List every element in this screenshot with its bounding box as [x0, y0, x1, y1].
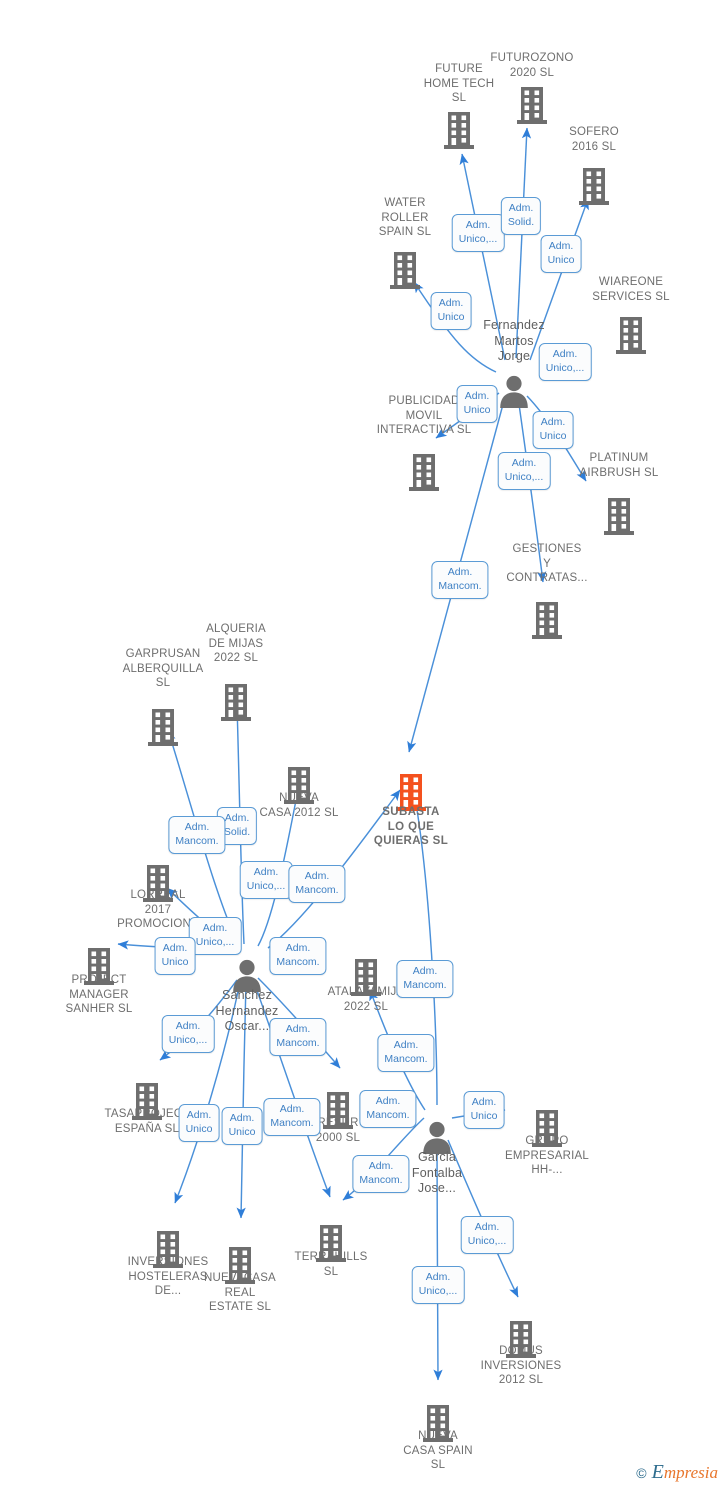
company-label-subasta_lo_que: SUBASTA LO QUE QUIERAS SL: [373, 806, 449, 847]
building-icon: [107, 707, 219, 747]
label-wrap-project_manager: PROJECT MANAGER SANHER SL: [43, 971, 155, 1017]
relation-label-c22[interactable]: Adm. Unico: [221, 1107, 263, 1145]
relation-label-c12[interactable]: Adm. Unico,...: [239, 861, 293, 899]
relation-label-c13[interactable]: Adm. Mancom.: [288, 865, 346, 903]
relation-label-c17[interactable]: Adm. Mancom.: [396, 960, 454, 998]
building-icon: [349, 250, 461, 290]
label-wrap-subasta_lo_que: SUBASTA LO QUE QUIERAS SL: [355, 803, 467, 849]
relation-label-c8[interactable]: Adm. Unico,...: [497, 452, 551, 490]
relation-label-c25[interactable]: Adm. Unico: [463, 1091, 505, 1129]
building-icon: [476, 85, 588, 125]
relation-label-c24[interactable]: Adm. Mancom.: [359, 1090, 417, 1128]
relation-label-c1[interactable]: Adm. Unico,...: [451, 214, 505, 252]
copyright-icon: ©: [636, 1464, 647, 1481]
relation-label-c2[interactable]: Adm. Solid.: [500, 197, 542, 235]
relation-label-c5[interactable]: Adm. Unico,...: [538, 343, 592, 381]
label-wrap-water_roller_spain: WATER ROLLER SPAIN SL: [349, 194, 461, 240]
building-icon: [491, 600, 603, 640]
company-label-terrahills: TERRAHILLS SL: [294, 1251, 368, 1278]
empresia-watermark: © Empresia: [636, 1461, 718, 1484]
label-wrap-wiareone_services: WIAREONE SERVICES SL: [575, 273, 687, 304]
label-wrap-gestiones_contratas: GESTIONES Y CONTRATAS...: [491, 540, 603, 586]
building-icon: [538, 166, 650, 206]
label-wrap-grupo_empresarial: GRUPO EMPRESARIAL HH-...: [491, 1132, 603, 1178]
company-label-grupo_empresarial: GRUPO EMPRESARIAL HH-...: [504, 1135, 589, 1176]
label-wrap-platinum_airbrush: PLATINUM AIRBRUSH SL: [563, 449, 675, 480]
brand-name: Empresia: [651, 1461, 718, 1483]
label-wrap-sofero_2016: SOFERO 2016 SL: [538, 123, 650, 154]
relation-label-c14[interactable]: Adm. Unico,...: [188, 917, 242, 955]
building-icon: [563, 496, 675, 536]
relation-label-c28[interactable]: Adm. Unico,...: [411, 1266, 465, 1304]
relation-label-c16[interactable]: Adm. Mancom.: [269, 937, 327, 975]
company-label-nueva_casa_spain: NUEVA CASA SPAIN SL: [403, 1430, 473, 1471]
company-label-water_roller_spain: WATER ROLLER SPAIN SL: [378, 197, 432, 238]
building-icon: [575, 315, 687, 355]
relation-label-c18[interactable]: Adm. Unico,...: [161, 1015, 215, 1053]
relation-label-c19[interactable]: Adm. Mancom.: [269, 1018, 327, 1056]
company-label-project_manager: PROJECT MANAGER SANHER SL: [65, 974, 133, 1015]
company-label-futurozono_2020: FUTUROZONO 2020 SL: [490, 52, 574, 79]
company-label-garprusan: GARPRUSAN ALBERQUILLA SL: [122, 648, 204, 689]
company-label-sofero_2016: SOFERO 2016 SL: [569, 126, 619, 153]
relation-label-c4[interactable]: Adm. Unico: [430, 292, 472, 330]
company-label-gestiones_contratas: GESTIONES Y CONTRATAS...: [506, 543, 588, 584]
relation-label-c7[interactable]: Adm. Unico: [532, 411, 574, 449]
relation-label-c20[interactable]: Adm. Mancom.: [377, 1034, 435, 1072]
company-label-domus_inversiones: DOMUS INVERSIONES 2012 SL: [480, 1345, 562, 1386]
label-wrap-garprusan: GARPRUSAN ALBERQUILLA SL: [107, 645, 219, 691]
label-wrap-nueva_casa_spain: NUEVA CASA SPAIN SL: [382, 1427, 494, 1473]
relation-label-c11[interactable]: Adm. Mancom.: [168, 816, 226, 854]
building-icon: [368, 452, 480, 492]
company-label-wiareone_services: WIAREONE SERVICES SL: [592, 276, 670, 303]
relation-label-c26[interactable]: Adm. Mancom.: [352, 1155, 410, 1193]
company-label-nueva_casa_2012: NUEVA CASA 2012 SL: [259, 792, 339, 819]
relation-label-c15[interactable]: Adm. Unico: [154, 937, 196, 975]
relation-label-c9[interactable]: Adm. Mancom.: [431, 561, 489, 599]
relation-label-c21[interactable]: Adm. Unico: [178, 1104, 220, 1142]
label-wrap-domus_inversiones: DOMUS INVERSIONES 2012 SL: [465, 1342, 577, 1388]
relation-label-c6[interactable]: Adm. Unico: [456, 385, 498, 423]
label-wrap-futurozono_2020: FUTUROZONO 2020 SL: [476, 49, 588, 80]
relation-label-c23[interactable]: Adm. Mancom.: [263, 1098, 321, 1136]
relation-label-c27[interactable]: Adm. Unico,...: [460, 1216, 514, 1254]
company-label-platinum_airbrush: PLATINUM AIRBRUSH SL: [579, 452, 659, 479]
relationship-graph: FUTURE HOME TECH SL FUTUROZONO 2020 SL SOF…: [0, 0, 728, 1500]
label-wrap-nueva_casa_2012: NUEVA CASA 2012 SL: [243, 789, 355, 820]
label-wrap-terrahills: TERRAHILLS SL: [275, 1248, 387, 1279]
relation-label-c3[interactable]: Adm. Unico: [540, 235, 582, 273]
